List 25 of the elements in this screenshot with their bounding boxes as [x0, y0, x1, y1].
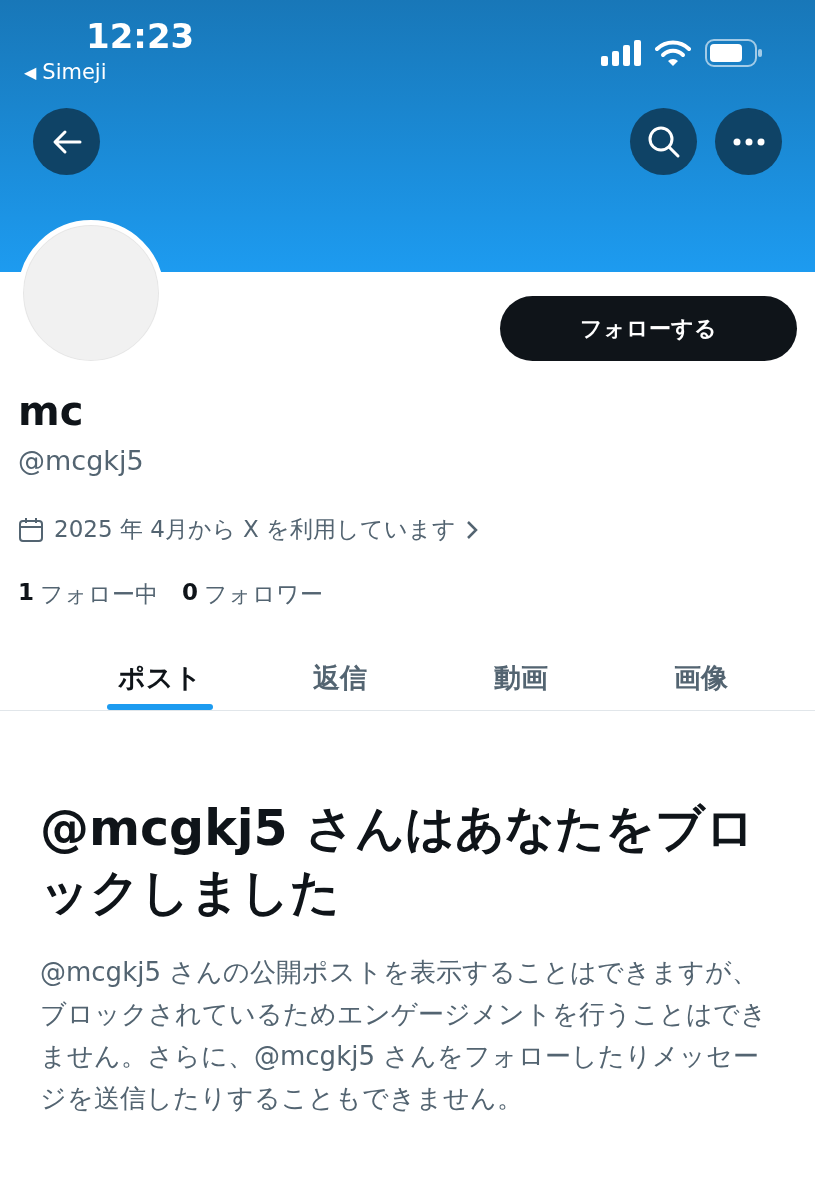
battery-icon	[705, 39, 763, 67]
stat-label[interactable]: フォロワー	[204, 579, 324, 610]
profile-tab[interactable]: 画像	[610, 644, 791, 710]
status-time: 12:23	[86, 16, 195, 56]
display-name: mc	[18, 387, 85, 435]
stat-count[interactable]: 1	[18, 579, 34, 610]
stat-label[interactable]: フォロー中	[40, 579, 158, 610]
stat-count[interactable]: 0	[182, 579, 199, 610]
profile-tab[interactable]: ポスト	[70, 644, 251, 710]
signal-icon	[601, 40, 641, 66]
profile-tab[interactable]: 動画	[430, 644, 611, 710]
blocked-message: @mcgkj5 さんの公開ポストを表示することはできますが、ブロックされているためエンゲージメントを行うことはできません。さらに、@mcgkj5 さんをフォローしたりメッセージを送信したりすることもできません。	[40, 956, 768, 1115]
user-handle: @mcgkj5	[18, 445, 145, 476]
chevron-right-icon[interactable]	[466, 519, 479, 540]
more-icon	[732, 137, 765, 146]
blocked-title: @mcgkj5 さんはあなたをブロックしました	[40, 799, 756, 923]
wifi-icon	[655, 40, 691, 66]
joined-date: 2025 年 4月から X を利用しています	[54, 515, 457, 544]
calendar-icon	[18, 516, 44, 543]
back-arrow-icon	[51, 128, 82, 155]
back-app-link[interactable]: Simeji	[42, 60, 107, 84]
search-icon	[646, 124, 681, 159]
follow-button[interactable]: フォローする	[500, 296, 797, 361]
profile-tab[interactable]: 返信	[250, 644, 431, 710]
back-app-arrow[interactable]: ◀	[24, 62, 37, 82]
